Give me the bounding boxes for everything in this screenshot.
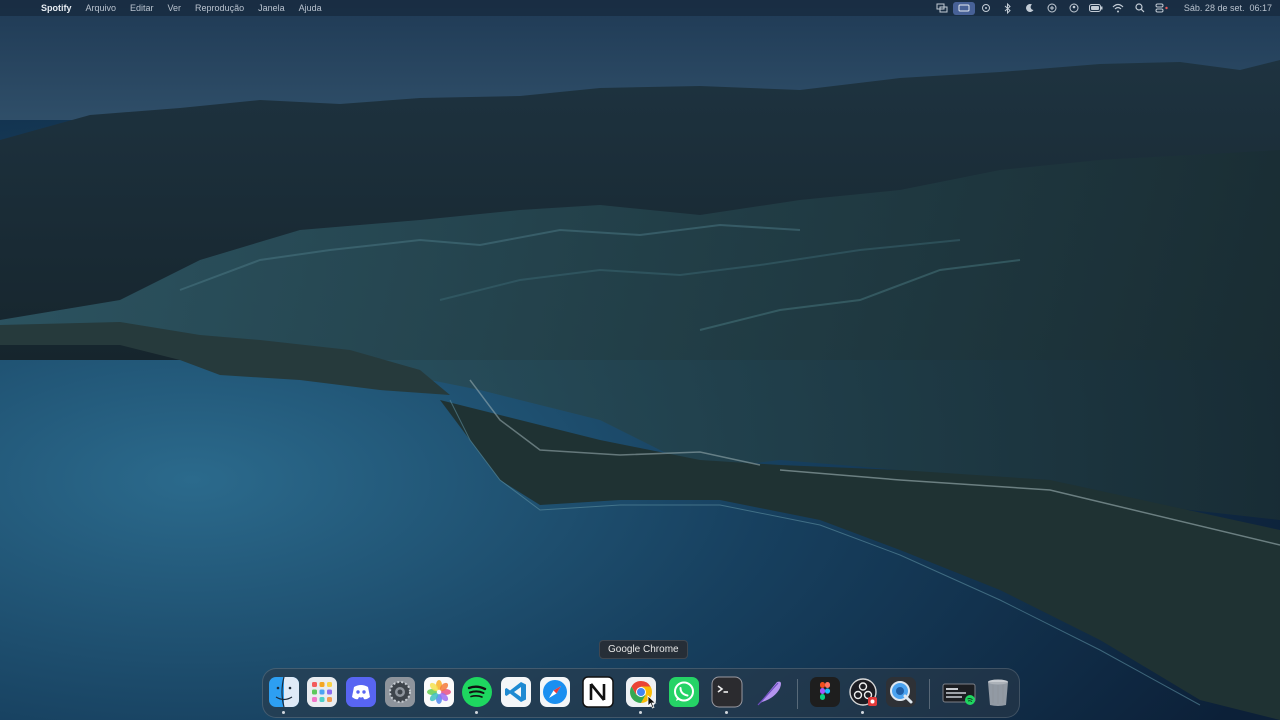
wifi-icon[interactable] [1107, 0, 1129, 16]
screen-mirror-icon[interactable] [931, 0, 953, 16]
dock-tooltip: Google Chrome [599, 640, 688, 659]
plus-circle-icon[interactable] [1041, 0, 1063, 16]
trash-icon [988, 679, 1008, 706]
dock-item-obs[interactable] [847, 676, 879, 714]
dock-item-terminal[interactable] [711, 676, 743, 714]
spotify-icon [462, 677, 492, 707]
notion-icon [582, 676, 614, 708]
running-indicator [475, 711, 478, 714]
dock-item-recent-window[interactable] [942, 683, 976, 707]
menu-ajuda[interactable]: Ajuda [292, 0, 329, 16]
dock-item-figma[interactable] [809, 676, 841, 708]
dock-separator [929, 679, 930, 709]
menu-reproducao[interactable]: Reprodução [188, 0, 251, 16]
bolt-icon[interactable] [975, 0, 997, 16]
dock-item-quill[interactable] [753, 676, 785, 708]
quicktime-icon [886, 677, 916, 707]
dock-item-notion[interactable] [582, 676, 614, 708]
user-circle-icon[interactable] [1063, 0, 1085, 16]
clock-time: 06:17 [1249, 3, 1272, 13]
dock-item-finder[interactable] [268, 676, 300, 714]
terminal-icon [711, 676, 743, 708]
dock-item-system-settings[interactable] [384, 676, 416, 708]
dock-item-photos[interactable] [423, 676, 455, 708]
dock-item-spotify[interactable] [461, 676, 493, 714]
figma-icon [810, 677, 840, 707]
menu-janela[interactable]: Janela [251, 0, 292, 16]
running-indicator [861, 711, 864, 714]
dock-item-launchpad[interactable] [306, 676, 338, 708]
desktop-wallpaper [0, 0, 1280, 720]
discord-icon [346, 677, 376, 707]
menu-bar-clock[interactable]: Sáb. 28 de set. 06:17 [1173, 3, 1272, 13]
settings-gear-icon [385, 677, 415, 707]
battery-icon[interactable] [1085, 0, 1107, 16]
dock [262, 668, 1020, 718]
vscode-icon [501, 677, 531, 707]
display-icon[interactable] [952, 2, 975, 15]
safari-compass-icon [540, 677, 570, 707]
clock-date: Sáb. 28 de set. [1183, 3, 1245, 13]
running-indicator [725, 711, 728, 714]
dock-item-whatsapp[interactable] [668, 676, 700, 708]
bluetooth-icon[interactable] [997, 0, 1019, 16]
mouse-cursor-icon [647, 695, 657, 709]
photos-icon [424, 677, 454, 707]
dock-item-trash[interactable] [982, 676, 1014, 708]
search-icon[interactable] [1129, 0, 1151, 16]
running-indicator [282, 711, 285, 714]
moon-icon[interactable] [1019, 0, 1041, 16]
feather-icon [757, 681, 781, 706]
dock-separator [797, 679, 798, 709]
control-center-icon[interactable] [1151, 0, 1173, 16]
obs-icon [849, 678, 877, 706]
menu-editar[interactable]: Editar [123, 0, 161, 16]
menu-ver[interactable]: Ver [161, 0, 189, 16]
menu-arquivo[interactable]: Arquivo [79, 0, 124, 16]
dock-item-vscode[interactable] [500, 676, 532, 708]
dock-item-discord[interactable] [345, 676, 377, 708]
whatsapp-icon [669, 677, 699, 707]
window-thumbnail-icon [942, 683, 976, 705]
dock-item-quicktime[interactable] [885, 676, 917, 708]
menu-app-name[interactable]: Spotify [34, 0, 79, 16]
dock-item-safari[interactable] [539, 676, 571, 708]
finder-icon [269, 676, 299, 708]
menu-bar: Spotify Arquivo Editar Ver Reprodução Ja… [0, 0, 1280, 16]
running-indicator [639, 711, 642, 714]
launchpad-icon [307, 677, 337, 707]
